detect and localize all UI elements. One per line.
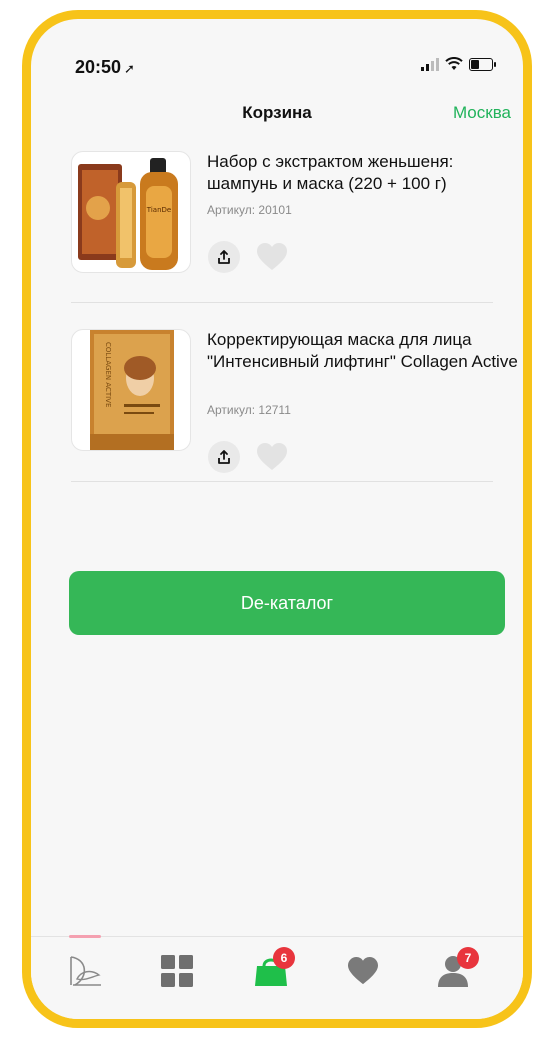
city-selector[interactable]: Москва xyxy=(453,103,511,123)
cart-item[interactable]: TianDe Набор с экстрактом женьшеня: шамп… xyxy=(71,151,471,281)
product-name[interactable]: Набор с экстрактом женьшеня: шампунь и м… xyxy=(207,151,523,195)
home-logo-icon xyxy=(70,956,101,986)
cart-item[interactable]: COLLAGEN ACTIVE Корректирующая маска для… xyxy=(71,329,518,473)
de-catalog-button[interactable]: De-каталог xyxy=(69,571,505,635)
product-image[interactable]: COLLAGEN ACTIVE xyxy=(71,329,191,451)
product-sku: Артикул: 12711 xyxy=(207,403,291,417)
status-icons xyxy=(421,57,496,71)
product-sku: Артикул: 20101 xyxy=(207,203,292,217)
share-button[interactable] xyxy=(208,441,240,473)
page-title: Корзина xyxy=(242,103,312,122)
cart-badge: 6 xyxy=(273,947,295,969)
share-icon xyxy=(218,250,230,264)
tab-profile[interactable]: 7 xyxy=(425,947,481,995)
catalog-grid-icon xyxy=(161,955,193,987)
profile-badge: 7 xyxy=(457,947,479,969)
wifi-icon xyxy=(445,57,463,70)
tab-home[interactable] xyxy=(57,947,113,995)
item-divider xyxy=(71,302,493,303)
status-bar: 20:50 ➚ xyxy=(31,19,523,99)
favorites-heart-icon xyxy=(348,956,378,985)
cellular-signal-icon xyxy=(421,57,439,71)
svg-text:TianDe: TianDe xyxy=(146,206,171,214)
product-name[interactable]: Корректирующая маска для лица "Интенсивн… xyxy=(207,329,523,373)
product-image[interactable]: TianDe xyxy=(71,151,191,273)
tab-cart[interactable]: 6 xyxy=(243,947,299,995)
item-divider xyxy=(71,481,493,482)
battery-icon xyxy=(469,57,496,71)
tab-catalog[interactable] xyxy=(149,947,205,995)
favorite-heart-icon[interactable] xyxy=(255,441,289,473)
tab-favorites[interactable] xyxy=(335,947,391,995)
tab-bar: 6 7 xyxy=(31,935,523,1019)
favorite-heart-icon[interactable] xyxy=(255,241,289,273)
status-time: 20:50 ➚ xyxy=(75,57,135,78)
phone-frame: 20:50 ➚ Корзина Москва TianDe Набор с эк… xyxy=(22,10,532,1028)
time-text: 20:50 xyxy=(75,57,122,77)
active-tab-indicator xyxy=(69,935,101,938)
location-arrow-icon: ➚ xyxy=(124,61,135,76)
share-button[interactable] xyxy=(208,241,240,273)
svg-text:COLLAGEN ACTIVE: COLLAGEN ACTIVE xyxy=(104,342,112,407)
nav-bar: Корзина Москва xyxy=(31,99,523,135)
share-icon xyxy=(218,450,230,464)
